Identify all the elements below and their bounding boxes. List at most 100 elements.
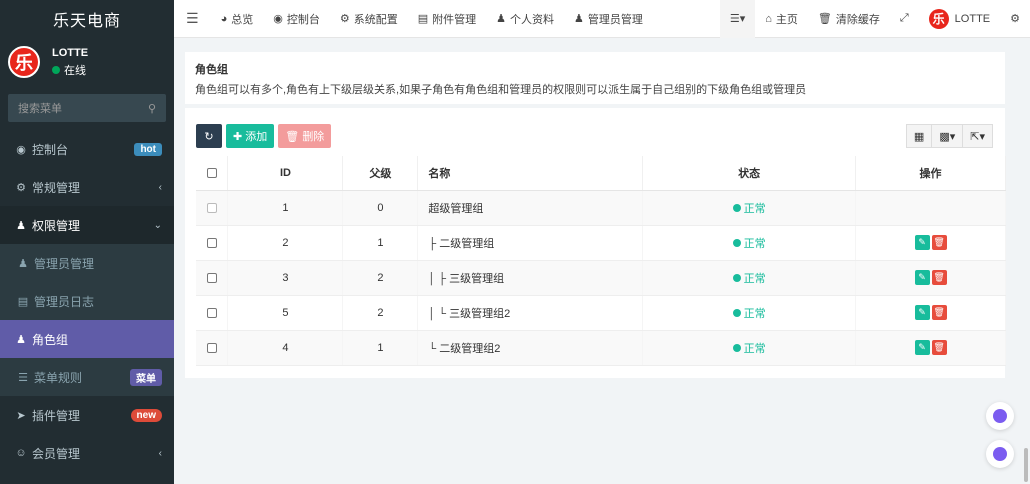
search-placeholder: 搜索菜单 xyxy=(18,103,62,115)
avatar: 乐 xyxy=(8,46,40,78)
delete-row-button[interactable]: 🗑 xyxy=(931,235,947,250)
row-ops xyxy=(855,190,1006,226)
status-dot-icon xyxy=(732,238,741,247)
row-checkbox[interactable] xyxy=(206,272,217,283)
tab-dashboard[interactable]: ◉ 控制台 xyxy=(263,0,330,38)
sidebar: 乐天电商 乐 LOTTE 在线 搜索菜单 ⚲ ◉ 控制台 hot ⚙ 常规管理 … xyxy=(0,0,174,484)
search-icon[interactable]: ⚲ xyxy=(148,102,156,115)
pencil-icon: ✎ xyxy=(918,307,926,317)
notification-float-button[interactable] xyxy=(986,402,1014,430)
chat-icon xyxy=(993,447,1007,461)
dashboard-icon: ◉ xyxy=(16,143,26,156)
tabs-dropdown-button[interactable]: ☰▾ xyxy=(719,0,756,38)
sidebar-item-dashboard[interactable]: ◉ 控制台 hot xyxy=(0,130,174,168)
table-row[interactable]: 3 2 │ ├ 三级管理组 正常 ✎ 🗑 xyxy=(196,260,1006,296)
sidebar-item-auth[interactable]: ♟ 权限管理 ⌄ xyxy=(0,206,174,244)
trash-icon: 🗑 xyxy=(285,130,303,143)
dashboard-icon: ◉ xyxy=(273,13,283,25)
row-parent: 2 xyxy=(342,295,419,331)
col-header-name[interactable]: 名称 xyxy=(417,156,644,191)
chat-float-button[interactable] xyxy=(986,440,1014,468)
select-all-checkbox[interactable] xyxy=(206,167,217,178)
user-icon: ♟ xyxy=(496,13,506,25)
tab-overview[interactable]: ◕ 总览 xyxy=(211,0,264,38)
toggle-view-button[interactable]: ▦ xyxy=(905,124,933,148)
search-input[interactable]: 搜索菜单 ⚲ xyxy=(8,94,166,122)
tab-config[interactable]: ⚙ 系统配置 xyxy=(330,0,408,38)
new-badge: new xyxy=(130,408,162,422)
table-icon: ▦ xyxy=(913,130,925,143)
sidebar-item-addon[interactable]: ➤ 插件管理 new xyxy=(0,396,174,434)
delete-row-button[interactable]: 🗑 xyxy=(931,305,947,320)
scrollbar[interactable] xyxy=(1024,448,1028,482)
sidebar-toggle-button[interactable]: ☰ xyxy=(174,0,211,38)
tab-admin[interactable]: ♟ 管理员管理 xyxy=(564,0,653,38)
col-header-parent[interactable]: 父级 xyxy=(342,156,419,191)
delete-button[interactable]: 🗑 删除 xyxy=(278,124,332,148)
cog-icon: ⚙ xyxy=(339,13,350,25)
table-row[interactable]: 4 1 └ 二级管理组2 正常 ✎ 🗑 xyxy=(196,330,1006,366)
table-row[interactable]: 1 0 超级管理组 正常 xyxy=(196,190,1006,226)
pencil-icon: ✎ xyxy=(918,237,926,247)
row-name: 超级管理组 xyxy=(417,190,644,226)
status-badge: 正常 xyxy=(732,235,766,251)
sidebar-item-menu-rule[interactable]: ☰ 菜单规则 菜单 xyxy=(0,358,174,396)
row-ops: ✎ 🗑 xyxy=(855,225,1006,261)
row-name: └ 二级管理组2 xyxy=(417,330,644,366)
row-checkbox[interactable] xyxy=(206,342,217,353)
tab-profile[interactable]: ♟ 个人资料 xyxy=(486,0,564,38)
avatar: 乐 xyxy=(928,8,949,29)
row-parent: 1 xyxy=(342,225,419,261)
online-dot-icon xyxy=(52,65,60,74)
group-icon: ♟ xyxy=(16,219,26,232)
edit-button[interactable]: ✎ xyxy=(914,235,930,250)
delete-row-button[interactable]: 🗑 xyxy=(931,340,947,355)
table-row[interactable]: 5 2 │ └ 三级管理组2 正常 ✎ 🗑 xyxy=(196,295,1006,331)
sidebar-item-general[interactable]: ⚙ 常规管理 ‹ xyxy=(0,168,174,206)
row-id: 1 xyxy=(227,190,344,226)
delete-row-button[interactable]: 🗑 xyxy=(931,270,947,285)
sidebar-item-admin-log[interactable]: ▤ 管理员日志 xyxy=(0,282,174,320)
export-button[interactable]: ⇱▾ xyxy=(963,124,993,148)
role-group-table: ID 父级 名称 状态 操作 1 0 超级管理组 正常 2 1 ├ 二级管理组 … xyxy=(196,156,1006,366)
table-tools: ▦ ▩▾ ⇱▾ xyxy=(905,124,993,148)
row-id: 2 xyxy=(227,225,344,261)
edit-button[interactable]: ✎ xyxy=(914,340,930,355)
row-checkbox[interactable] xyxy=(206,237,217,248)
menu-badge: 菜单 xyxy=(130,368,162,386)
table-row[interactable]: 2 1 ├ 二级管理组 正常 ✎ 🗑 xyxy=(196,225,1006,261)
bars-icon: ☰ xyxy=(18,371,28,384)
sidebar-item-member[interactable]: ☺ 会员管理 ‹ xyxy=(0,434,174,472)
edit-button[interactable]: ✎ xyxy=(914,305,930,320)
home-link[interactable]: ⌂ 主页 xyxy=(755,0,808,38)
tab-attachment[interactable]: ▤ 附件管理 xyxy=(408,0,486,38)
sidebar-item-admin[interactable]: ♟ 管理员管理 xyxy=(0,244,174,282)
refresh-button[interactable]: ↻ xyxy=(196,124,222,148)
user-menu[interactable]: 乐 LOTTE xyxy=(919,0,1000,38)
toolbar: ↻ ✚ 添加 🗑 删除 xyxy=(196,124,335,148)
clear-cache-button[interactable]: 🗑 清除缓存 xyxy=(808,0,890,38)
group-icon: ♟ xyxy=(16,333,26,346)
trash-icon: 🗑 xyxy=(933,342,945,352)
col-header-id[interactable]: ID xyxy=(227,156,344,191)
export-icon: ⇱▾ xyxy=(970,130,985,143)
trash-icon: 🗑 xyxy=(933,272,945,282)
rocket-icon: ➤ xyxy=(16,409,26,422)
col-header-status[interactable]: 状态 xyxy=(642,156,857,191)
chevron-left-icon: ‹ xyxy=(158,181,162,193)
page-title: 角色组 xyxy=(195,64,228,76)
add-button[interactable]: ✚ 添加 xyxy=(226,124,275,148)
settings-button[interactable]: ⚙ xyxy=(1000,0,1030,38)
bars-icon: ☰ xyxy=(186,10,199,26)
table-header-row: ID 父级 名称 状态 操作 xyxy=(196,156,1006,191)
brand-logo[interactable]: 乐天电商 xyxy=(0,0,174,38)
cogs-icon: ⚙ xyxy=(16,181,26,194)
fullscreen-button[interactable]: ⤢ xyxy=(890,0,919,38)
trash-icon: 🗑 xyxy=(933,237,945,247)
columns-button[interactable]: ▩▾ xyxy=(932,124,964,148)
edit-button[interactable]: ✎ xyxy=(914,270,930,285)
row-checkbox[interactable] xyxy=(206,307,217,318)
panel-heading: 角色组 角色组可以有多个,角色有上下级层级关系,如果子角色有角色组和管理员的权限… xyxy=(185,52,1005,104)
sidebar-item-role-group[interactable]: ♟ 角色组 xyxy=(0,320,174,358)
row-ops: ✎ 🗑 xyxy=(855,330,1006,366)
